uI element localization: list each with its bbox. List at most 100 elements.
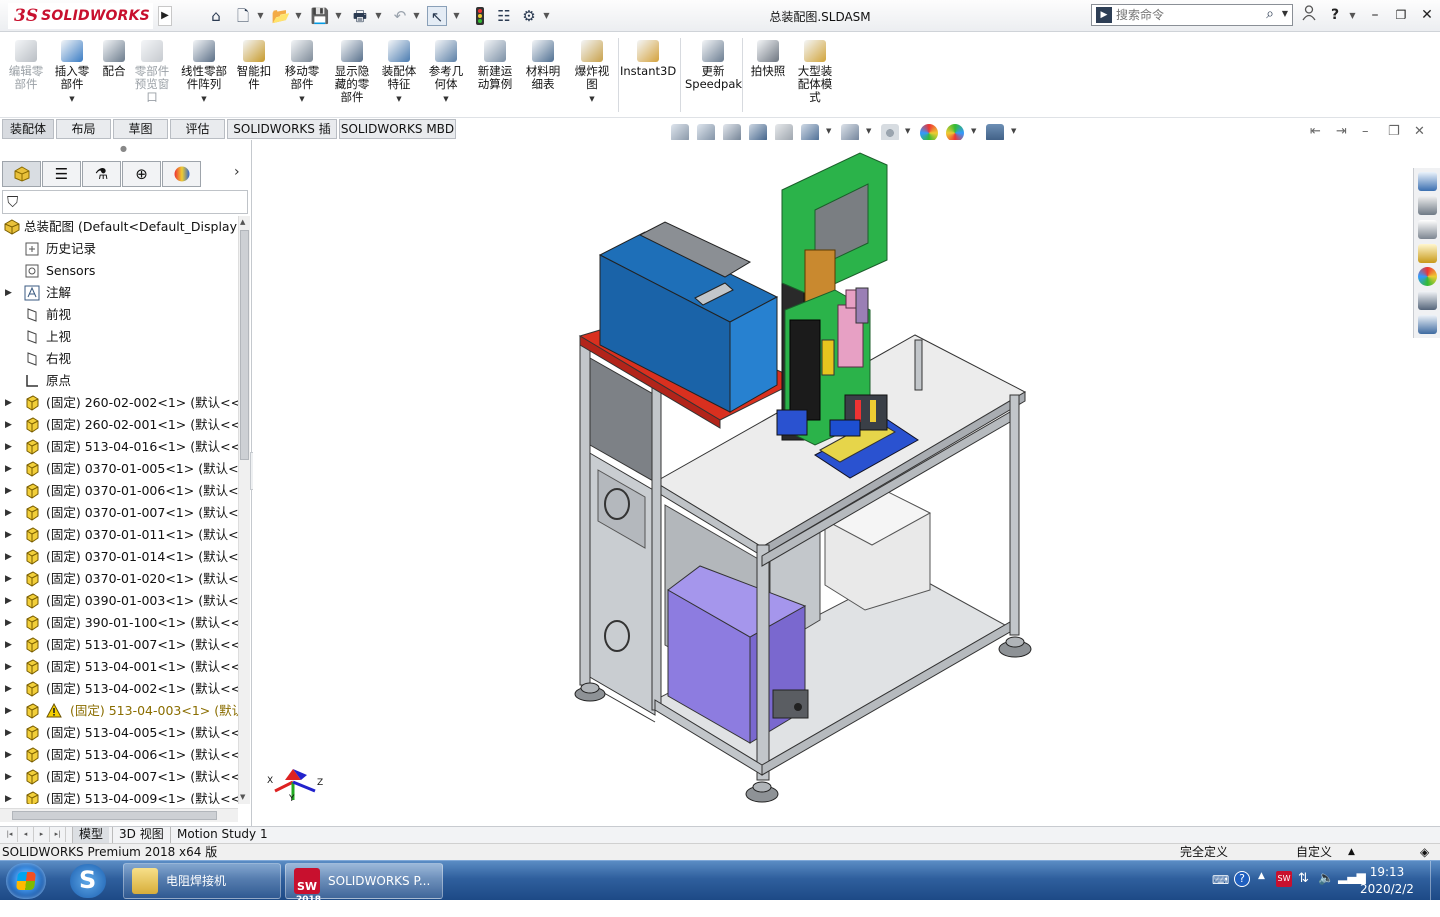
chevron-down-icon[interactable]: ▼ (866, 127, 871, 135)
expand-arrow-icon[interactable]: ▶ (5, 458, 12, 480)
ribbon-button-3[interactable]: 零部件 预览窗 口 (131, 40, 173, 104)
viewport-next-icon[interactable]: ⇥ (1336, 124, 1347, 139)
tree-component-row[interactable]: ▶ (固定) 513-04-002<1> (默认<<默 (0, 678, 238, 700)
ribbon-button-11[interactable]: 材料明 细表 (522, 40, 564, 91)
tree-component-row[interactable]: ▶ (固定) 513-01-007<1> (默认<<默 (0, 634, 238, 656)
solidworks-resources-icon[interactable] (1418, 172, 1437, 191)
configuration-manager-icon[interactable]: ⚗ (82, 161, 121, 187)
network-icon[interactable]: ⇅ (1298, 871, 1309, 886)
tree-component-row[interactable]: ▶ (固定) 0370-01-014<1> (默认<<§ (0, 546, 238, 568)
tree-filter[interactable]: ⛉ (2, 190, 248, 214)
restore-icon[interactable]: ❐ (1390, 5, 1412, 25)
solidworks-forum-icon[interactable] (1418, 315, 1437, 334)
ribbon-button-6[interactable]: 移动零 部件 ▼ (281, 40, 323, 106)
ribbon-button-15[interactable]: 拍快照 (747, 40, 789, 78)
expand-arrow-icon[interactable]: ▶ (5, 678, 12, 700)
last-tab-icon[interactable]: ▸| (50, 827, 66, 842)
expand-arrow-icon[interactable]: ▶ (5, 502, 12, 524)
taskbar-app-folder[interactable]: 电阻焊接机 (123, 863, 281, 899)
chevron-down-icon[interactable]: ▼ (51, 93, 93, 106)
chevron-down-icon[interactable]: ▼ (542, 8, 551, 24)
ribbon-button-10[interactable]: 新建运 动算例 (473, 40, 517, 91)
graphics-area[interactable]: X Y Z (253, 140, 1413, 826)
ribbon-button-1[interactable]: 插入零 部件 ▼ (51, 40, 93, 106)
search-input[interactable] (1116, 7, 1256, 23)
chevron-down-icon[interactable]: ▼ (425, 93, 467, 106)
ribbon-button-7[interactable]: 显示隐 藏的零 部件 (331, 40, 373, 104)
chevron-down-icon[interactable]: ▼ (294, 8, 303, 24)
start-button[interactable] (6, 863, 46, 899)
tree-component-row[interactable]: ▶ (固定) 260-02-002<1> (默认<<默 (0, 392, 238, 414)
tree-component-row[interactable]: ▶ (固定) 260-02-001<1> (默认<<默 (0, 414, 238, 436)
tree-component-row[interactable]: ▶ (固定) 0390-01-003<1> (默认<<§ (0, 590, 238, 612)
new-doc-icon[interactable]: 🗋 (233, 6, 253, 26)
expand-arrow-icon[interactable]: ▶ (5, 524, 12, 546)
tab-model[interactable]: 模型 (72, 827, 110, 843)
search-icon[interactable]: ⌕ (1266, 6, 1274, 22)
chevron-down-icon[interactable]: ▼ (570, 93, 614, 106)
options-gear-icon[interactable]: ⚙ (519, 6, 539, 26)
viewport-restore-icon[interactable]: ❐ (1388, 124, 1400, 139)
close-icon[interactable]: ✕ (1416, 5, 1438, 25)
dimxpert-icon[interactable]: ⊕ (122, 161, 161, 187)
expand-arrow-icon[interactable]: ▶ (5, 656, 12, 678)
tree-component-row[interactable]: ▶ (固定) 390-01-100<1> (默认<<默 (0, 612, 238, 634)
tree-component-row[interactable]: ▶ (固定) 513-04-007<1> (默认<<默 (0, 766, 238, 788)
minimize-icon[interactable]: – (1364, 5, 1386, 25)
tree-component-row[interactable]: ▶ (固定) 513-04-016<1> (默认<<默 (0, 436, 238, 458)
chevron-up-icon[interactable]: ▲ (1348, 844, 1355, 861)
tab-solidworks-mbd[interactable]: SOLIDWORKS MBD (339, 119, 456, 139)
file-explorer-icon[interactable] (1418, 220, 1437, 239)
traffic-light-icon[interactable] (470, 6, 490, 26)
expand-arrow-icon[interactable]: ▶ (5, 590, 12, 612)
expand-arrow-icon[interactable]: ▶ (5, 744, 12, 766)
viewport-close-icon[interactable]: ✕ (1414, 124, 1425, 139)
chevron-down-icon[interactable]: ▼ (412, 8, 421, 24)
design-library-icon[interactable] (1418, 196, 1437, 215)
chevron-down-icon[interactable]: ▼ (374, 8, 383, 24)
expand-arrow-icon[interactable]: ▶ (5, 700, 12, 722)
chevron-down-icon[interactable]: ▼ (452, 8, 461, 24)
save-icon[interactable]: 💾 (310, 6, 330, 26)
tree-item-row[interactable]: 原点 (0, 370, 238, 392)
expand-arrow-icon[interactable]: ▶ (5, 568, 12, 590)
tree-component-row[interactable]: ▶ (固定) 0370-01-007<1> (默认<<§ (0, 502, 238, 524)
chevron-down-icon[interactable]: ▼ (1011, 127, 1016, 135)
user-icon[interactable] (1298, 5, 1320, 25)
tab-motion-study[interactable]: Motion Study 1 (170, 827, 274, 843)
tree-component-row[interactable]: ▶ (固定) 0370-01-005<1> (默认<<§ (0, 458, 238, 480)
tab-3d-views[interactable]: 3D 视图 (112, 827, 170, 843)
expand-arrow-icon[interactable]: ▶ (5, 612, 12, 634)
volume-icon[interactable]: 🔈 (1318, 871, 1334, 886)
open-icon[interactable]: 📂 (271, 6, 291, 26)
chevron-down-icon[interactable]: ▼ (378, 93, 420, 106)
tray-expand-icon[interactable]: ▲ (1258, 871, 1265, 881)
tab-evaluate[interactable]: 评估 (170, 119, 225, 139)
ribbon-button-2[interactable]: 配合 (97, 40, 131, 78)
tree-item-row[interactable]: ▶ 注解 (0, 282, 238, 304)
tree-root-assembly[interactable]: 总装配图 (Default<Default_Display St (0, 216, 238, 238)
tab-solidworks-addins[interactable]: SOLIDWORKS 插件 (227, 119, 337, 155)
tree-component-row[interactable]: ▶ (固定) 513-04-001<1> (默认<<默 (0, 656, 238, 678)
scroll-thumb[interactable] (12, 811, 217, 820)
ribbon-button-5[interactable]: 智能扣 件 (233, 40, 275, 91)
print-icon[interactable]: 🖶 (350, 6, 370, 26)
tree-vertical-scrollbar[interactable]: ▲ ▼ (238, 216, 250, 804)
display-manager-icon[interactable] (162, 161, 201, 187)
expand-arrow-icon[interactable]: ▶ (5, 788, 12, 804)
chevron-down-icon[interactable]: ▼ (256, 8, 265, 24)
ribbon-button-0[interactable]: 编辑零 部件 (5, 40, 47, 91)
tree-item-row[interactable]: 前视 (0, 304, 238, 326)
next-tab-icon[interactable]: ▸ (34, 827, 50, 842)
chevron-down-icon[interactable]: ▼ (905, 127, 910, 135)
prev-tab-icon[interactable]: ◂ (18, 827, 34, 842)
chevron-down-icon[interactable]: ▼ (971, 127, 976, 135)
feature-manager-icon[interactable] (2, 161, 41, 187)
help-icon[interactable]: ? (1324, 5, 1346, 25)
tree-item-row[interactable]: Sensors (0, 260, 238, 282)
select-icon[interactable]: ↖ (427, 6, 447, 26)
chevron-down-icon[interactable]: ▼ (281, 93, 323, 106)
rebuild-status-icon[interactable]: ◈ (1420, 844, 1429, 861)
chevron-down-icon[interactable]: ▼ (177, 93, 231, 106)
chevron-down-icon[interactable]: ▼ (334, 8, 343, 24)
